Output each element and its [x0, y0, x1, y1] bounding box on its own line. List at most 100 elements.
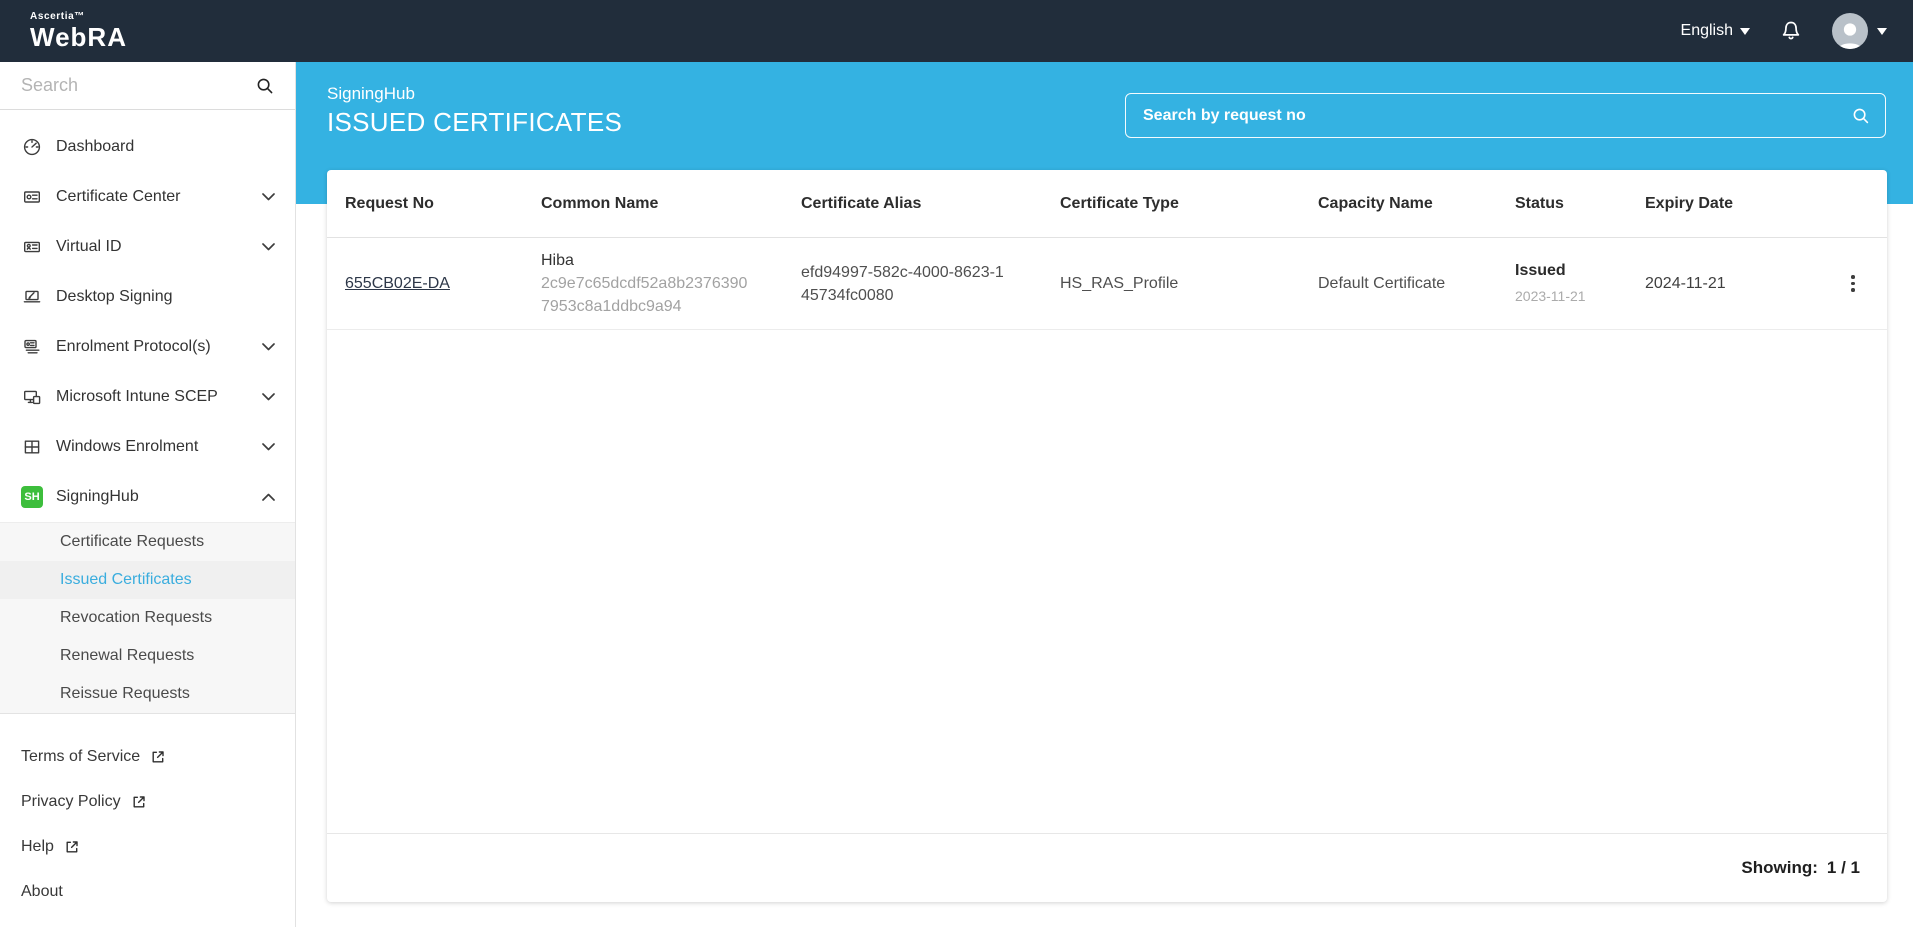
signinghub-badge-icon: SH [21, 486, 43, 508]
submenu-item-issued-certificates[interactable]: Issued Certificates [0, 561, 295, 599]
avatar [1832, 13, 1868, 49]
sidebar-item-label: Microsoft Intune SCEP [56, 388, 262, 406]
sidebar-item-label: Certificate Center [56, 188, 262, 206]
sidebar-item-label: Windows Enrolment [56, 438, 262, 456]
certificate-alias-cell: efd94997-582c-4000-8623-145734fc0080 [801, 261, 1060, 307]
external-link-icon [64, 839, 80, 855]
column-header-request-no: Request No [345, 195, 541, 213]
caret-down-icon [1877, 28, 1887, 35]
sidebar-item-virtual-id[interactable]: Virtual ID [0, 222, 295, 272]
privacy-policy-link[interactable]: Privacy Policy [0, 779, 295, 824]
caret-down-icon [1740, 28, 1750, 35]
language-selector[interactable]: English [1681, 22, 1750, 40]
signinghub-submenu: Certificate Requests Issued Certificates… [0, 522, 295, 714]
request-no-link[interactable]: 655CB02E-DA [345, 275, 450, 292]
page-title: ISSUED CERTIFICATES [327, 107, 622, 138]
sidebar-item-label: SigningHub [56, 488, 262, 506]
status-badge: Issued [1515, 259, 1631, 282]
search-icon [255, 76, 275, 96]
main-content: SigningHub ISSUED CERTIFICATES Request N… [296, 62, 1913, 927]
windows-icon [21, 437, 43, 457]
status-date: 2023-11-21 [1515, 285, 1631, 308]
submenu-item-reissue-requests[interactable]: Reissue Requests [0, 675, 295, 713]
sidebar-item-certificate-center[interactable]: Certificate Center [0, 172, 295, 222]
terms-of-service-link[interactable]: Terms of Service [0, 734, 295, 779]
navbar-actions: English [1681, 13, 1887, 49]
submenu-item-certificate-requests[interactable]: Certificate Requests [0, 523, 295, 561]
certificate-type-cell: HS_RAS_Profile [1060, 272, 1318, 295]
table-footer: Showing: 1 / 1 [327, 833, 1887, 902]
request-no-cell: 655CB02E-DA [345, 272, 541, 295]
expiry-date-cell: 2024-11-21 [1645, 272, 1837, 295]
laptop-pen-icon [21, 287, 43, 307]
user-menu[interactable] [1832, 13, 1887, 49]
request-search-input[interactable] [1126, 94, 1885, 137]
sidebar-search [0, 62, 295, 110]
person-icon [1832, 16, 1868, 49]
external-link-icon [131, 794, 147, 810]
table-row: 655CB02E-DA Hiba 2c9e7c65dcdf52a8b237639… [327, 238, 1887, 330]
capacity-name-cell: Default Certificate [1318, 272, 1515, 295]
brand-logo[interactable]: Ascertia™ WebRA [30, 12, 127, 50]
id-card-icon [21, 237, 43, 257]
chevron-down-icon [262, 393, 275, 401]
sidebar-item-label: Virtual ID [56, 238, 262, 256]
brand-ascertia-label: Ascertia™ [30, 12, 127, 22]
sidebar-item-label: Enrolment Protocol(s) [56, 338, 262, 356]
link-label: Help [21, 838, 54, 856]
link-label: About [21, 883, 63, 901]
sidebar-item-windows-enrolment[interactable]: Windows Enrolment [0, 422, 295, 472]
showing-count: 1 / 1 [1827, 858, 1860, 878]
dashboard-gauge-icon [21, 137, 43, 157]
common-name-value: Hiba [541, 249, 787, 272]
language-label: English [1681, 22, 1733, 40]
sidebar-item-microsoft-intune-scep[interactable]: Microsoft Intune SCEP [0, 372, 295, 422]
column-header-certificate-alias: Certificate Alias [801, 195, 1060, 213]
row-actions-kebab-icon[interactable] [1845, 269, 1861, 298]
chevron-down-icon [262, 443, 275, 451]
common-name-cell: Hiba 2c9e7c65dcdf52a8b23763907953c8a1ddb… [541, 249, 801, 318]
sidebar-item-dashboard[interactable]: Dashboard [0, 122, 295, 172]
sidebar: Dashboard Certificate Center Virtual ID [0, 62, 296, 927]
webra-screen: Ascertia™ WebRA English [0, 0, 1913, 927]
column-header-capacity-name: Capacity Name [1318, 195, 1515, 213]
issued-certificates-card: Request No Common Name Certificate Alias… [327, 170, 1887, 902]
sidebar-item-desktop-signing[interactable]: Desktop Signing [0, 272, 295, 322]
sidebar-item-enrolment-protocols[interactable]: Enrolment Protocol(s) [0, 322, 295, 372]
common-name-identifier: 2c9e7c65dcdf52a8b23763907953c8a1ddbc9a94 [541, 272, 753, 318]
notifications-bell-icon[interactable] [1778, 18, 1804, 44]
chevron-down-icon [262, 243, 275, 251]
page-titles: SigningHub ISSUED CERTIFICATES [327, 84, 622, 138]
column-header-certificate-type: Certificate Type [1060, 195, 1318, 213]
top-navbar: Ascertia™ WebRA English [0, 0, 1913, 62]
sidebar-menu: Dashboard Certificate Center Virtual ID [0, 110, 295, 714]
monitors-icon [21, 387, 43, 407]
submenu-item-revocation-requests[interactable]: Revocation Requests [0, 599, 295, 637]
sidebar-item-label: Desktop Signing [56, 288, 275, 306]
sidebar-footer-links: Terms of Service Privacy Policy Help Abo… [0, 714, 295, 914]
status-cell: Issued 2023-11-21 [1515, 259, 1645, 308]
search-icon[interactable] [1851, 106, 1871, 126]
column-header-status: Status [1515, 195, 1645, 213]
breadcrumb-app-name: SigningHub [327, 84, 622, 104]
column-header-expiry-date: Expiry Date [1645, 195, 1837, 213]
brand-webra-label: WebRA [30, 24, 127, 50]
enrolment-machine-icon [21, 337, 43, 357]
certificate-icon [21, 187, 43, 207]
sidebar-search-input[interactable] [0, 62, 295, 109]
about-link[interactable]: About [0, 869, 295, 914]
table-header-row: Request No Common Name Certificate Alias… [327, 170, 1887, 238]
link-label: Privacy Policy [21, 793, 121, 811]
external-link-icon [150, 749, 166, 765]
chevron-down-icon [262, 343, 275, 351]
certificate-alias-value: efd94997-582c-4000-8623-145734fc0080 [801, 261, 1007, 307]
request-search [1125, 93, 1886, 138]
showing-label: Showing: [1741, 858, 1817, 878]
column-header-common-name: Common Name [541, 195, 801, 213]
help-link[interactable]: Help [0, 824, 295, 869]
link-label: Terms of Service [21, 748, 140, 766]
sidebar-item-signinghub[interactable]: SH SigningHub [0, 472, 295, 522]
sidebar-item-label: Dashboard [56, 138, 275, 156]
submenu-item-renewal-requests[interactable]: Renewal Requests [0, 637, 295, 675]
chevron-up-icon [262, 493, 275, 501]
